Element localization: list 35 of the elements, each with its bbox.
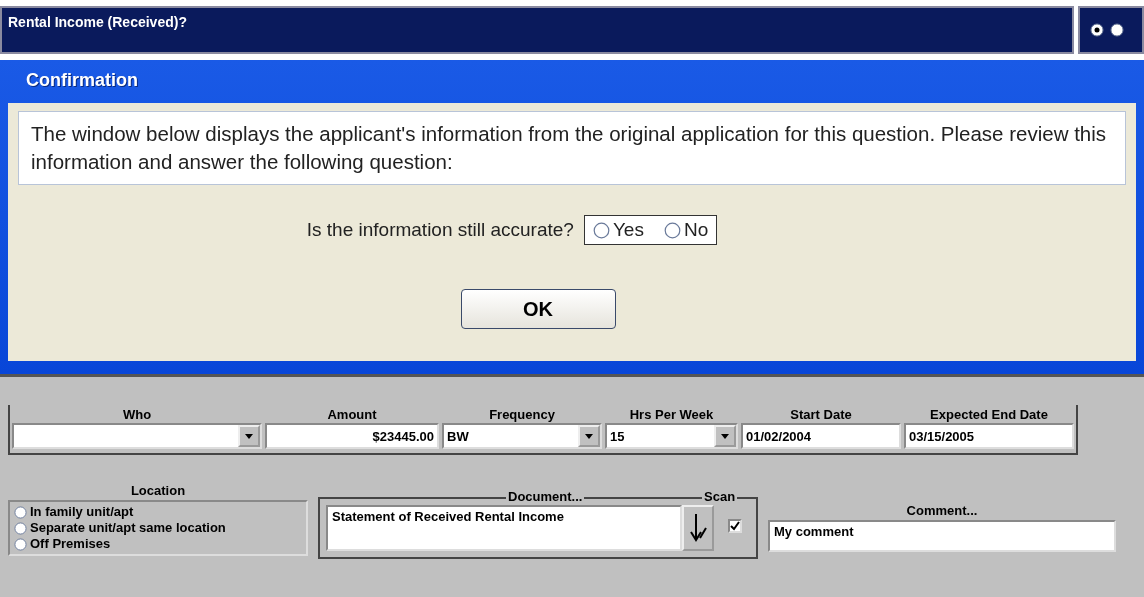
document-field[interactable]: Statement of Received Rental Income (326, 505, 682, 551)
input-field[interactable]: $23445.00 (265, 423, 439, 449)
question-text: Is the information still accurate? (306, 219, 574, 241)
document-label: Document... (506, 489, 585, 504)
dropdown-field[interactable]: 15 (605, 423, 738, 449)
location-label: Location (129, 483, 187, 498)
comment-label: Comment... (905, 503, 979, 518)
location-radio[interactable]: Separate unit/apt same location (14, 520, 226, 536)
dialog-title: Confirmation (25, 69, 139, 92)
answer-radio[interactable]: No (663, 219, 709, 241)
answer-radio[interactable]: Yes (592, 219, 644, 241)
field-label: Start Date (789, 407, 853, 423)
dialog-message: The window below displays the applicant's information from the original application for this question. Please review this information and answer the following question: (18, 111, 1126, 185)
comment-field[interactable]: My comment (768, 520, 1116, 552)
caret-icon (721, 433, 729, 439)
input-field[interactable]: 03/15/2005 (904, 423, 1074, 449)
field-label: Who (121, 407, 153, 423)
dropdown-field[interactable] (12, 423, 262, 449)
field-label: Hrs Per Week (628, 407, 715, 423)
field-label: Expected End Date (929, 407, 1049, 423)
scan-checkbox[interactable] (728, 519, 742, 533)
caret-icon (585, 433, 593, 439)
document-button[interactable] (682, 505, 714, 551)
scan-label: Scan (702, 489, 738, 504)
caret-icon (245, 433, 253, 439)
dropdown-field[interactable]: BW (442, 423, 602, 449)
location-radio[interactable]: Off Premises (14, 536, 111, 552)
check-icon (730, 521, 740, 531)
ok-button[interactable]: OK (460, 289, 616, 329)
arrow-down-icon (688, 512, 708, 544)
location-radio[interactable]: In family unit/apt (14, 504, 134, 520)
field-label: Amount (326, 407, 378, 423)
question-header: Rental Income (Received)? (0, 6, 1074, 54)
input-field[interactable]: 01/02/2004 (741, 423, 901, 449)
field-label: Frequency (488, 407, 556, 423)
